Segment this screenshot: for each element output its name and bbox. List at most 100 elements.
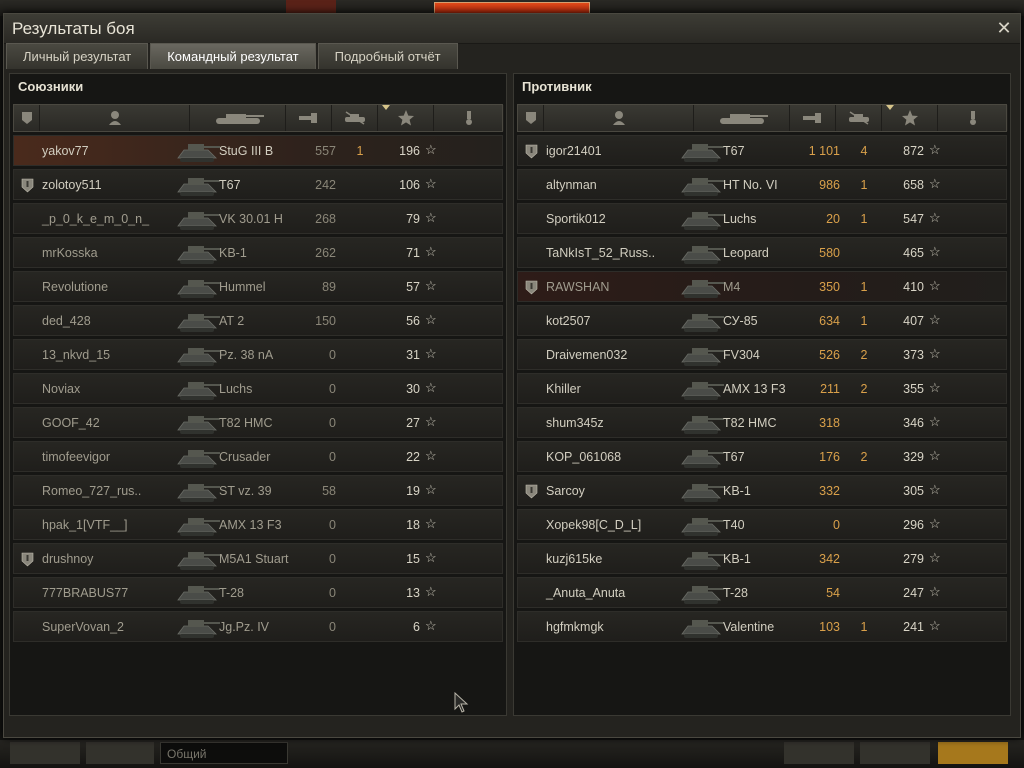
vehicle-icon (174, 306, 222, 336)
xp-star-icon: ☆ (929, 618, 941, 633)
bottom-button-1[interactable] (10, 742, 80, 764)
vehicle-icon (174, 544, 222, 574)
xp-star-icon: ☆ (929, 210, 941, 225)
player-name: Romeo_727_rus.. (42, 484, 142, 498)
enemies-column-header (517, 104, 1008, 132)
player-row[interactable]: _Anuta_Anuta T-28 54 247 ☆ (517, 577, 1007, 608)
vehicle-name: KB-1 (219, 246, 247, 260)
player-name: TaNkIsT_52_Russ.. (546, 246, 656, 260)
player-row[interactable]: Sportik012 Luchs 20 1 547 ☆ (517, 203, 1007, 234)
header-xp-star-icon[interactable] (378, 105, 434, 131)
tab-team-result[interactable]: Командный результат (150, 43, 316, 69)
player-row[interactable]: Revolutione Hummel 89 57 ☆ (13, 271, 503, 302)
clan-shield-icon (525, 144, 538, 159)
xp-value: 872 (903, 144, 924, 158)
player-row[interactable]: shum345z T82 HMC 318 346 ☆ (517, 407, 1007, 438)
header-tank-icon[interactable] (694, 105, 790, 131)
player-row[interactable]: Xopek98[C_D_L] T40 0 296 ☆ (517, 509, 1007, 540)
enemies-title: Противник (522, 79, 592, 94)
player-row[interactable]: mrKosska KB-1 262 71 ☆ (13, 237, 503, 268)
chat-channel-input[interactable]: Общий (160, 742, 288, 764)
player-name: Draivemen032 (546, 348, 628, 362)
vehicle-name: Crusader (219, 450, 271, 464)
xp-star-icon: ☆ (929, 142, 941, 157)
player-row[interactable]: zolotoy511 T67 242 106 ☆ (13, 169, 503, 200)
vehicle-icon (174, 136, 222, 166)
player-row[interactable]: hpak_1[VTF__] AMX 13 F3 0 18 ☆ (13, 509, 503, 540)
player-row[interactable]: Sarcoy KB-1 332 305 ☆ (517, 475, 1007, 506)
player-row[interactable]: KOP_061068 T67 176 2 329 ☆ (517, 441, 1007, 472)
damage-value: 150 (315, 314, 336, 328)
clan-shield-icon (21, 552, 34, 567)
damage-value: 54 (826, 586, 840, 600)
player-row[interactable]: Noviax Luchs 0 30 ☆ (13, 373, 503, 404)
title-bar[interactable]: Результаты боя ✕ (4, 14, 1020, 44)
player-row[interactable]: TaNkIsT_52_Russ.. Leopard 580 465 ☆ (517, 237, 1007, 268)
xp-star-icon: ☆ (929, 244, 941, 259)
xp-value: 71 (406, 246, 420, 260)
header-damage-icon[interactable] (790, 105, 836, 131)
vehicle-name: T-28 (723, 586, 749, 600)
header-squad-icon[interactable] (518, 105, 544, 131)
xp-star-icon: ☆ (929, 482, 941, 497)
player-row[interactable]: drushnoy M5A1 Stuart 0 15 ☆ (13, 543, 503, 574)
header-squad-icon[interactable] (14, 105, 40, 131)
player-row[interactable]: yakov77 StuG III B 557 1 196 ☆ (13, 135, 503, 166)
header-medal-icon[interactable] (938, 105, 1008, 131)
header-kills-icon[interactable] (332, 105, 378, 131)
header-tank-icon[interactable] (190, 105, 286, 131)
vehicle-name: Hummel (219, 280, 266, 294)
xp-star-icon: ☆ (929, 176, 941, 191)
player-row[interactable]: timofeevigor Crusader 0 22 ☆ (13, 441, 503, 472)
xp-star-icon: ☆ (425, 380, 437, 395)
xp-star-icon: ☆ (425, 448, 437, 463)
tab-personal-result[interactable]: Личный результат (6, 43, 149, 69)
bottom-button-3[interactable] (784, 742, 854, 764)
player-row[interactable]: _p_0_k_e_m_0_n_ VK 30.01 H 268 79 ☆ (13, 203, 503, 234)
player-row[interactable]: hgfmkmgk Valentine 103 1 241 ☆ (517, 611, 1007, 642)
player-row[interactable]: Khiller AMX 13 F3 211 2 355 ☆ (517, 373, 1007, 404)
player-row[interactable]: 777BRABUS77 T-28 0 13 ☆ (13, 577, 503, 608)
player-row[interactable]: ded_428 AT 2 150 56 ☆ (13, 305, 503, 336)
xp-value: 56 (406, 314, 420, 328)
vehicle-name: Leopard (723, 246, 769, 260)
player-row[interactable]: Draivemen032 FV304 526 2 373 ☆ (517, 339, 1007, 370)
header-player-icon[interactable] (544, 105, 694, 131)
xp-value: 407 (903, 314, 924, 328)
vehicle-name: Luchs (219, 382, 253, 396)
player-row[interactable]: kuzj615ke KB-1 342 279 ☆ (517, 543, 1007, 574)
header-damage-icon[interactable] (286, 105, 332, 131)
allies-list: yakov77 StuG III B 557 1 196 ☆ zolotoy511 T67 24… (13, 135, 503, 645)
bottom-button-2[interactable] (86, 742, 154, 764)
xp-value: 30 (406, 382, 420, 396)
player-row[interactable]: kot2507 СУ-85 634 1 407 ☆ (517, 305, 1007, 336)
player-row[interactable]: Romeo_727_rus.. ST vz. 39 58 19 ☆ (13, 475, 503, 506)
player-row[interactable]: altynman HT No. VI 986 1 658 ☆ (517, 169, 1007, 200)
xp-value: 658 (903, 178, 924, 192)
player-row[interactable]: GOOF_42 T82 HMC 0 27 ☆ (13, 407, 503, 438)
close-icon[interactable]: ✕ (994, 18, 1014, 38)
player-row[interactable]: igor21401 T67 1 101 4 872 ☆ (517, 135, 1007, 166)
xp-star-icon: ☆ (425, 244, 437, 259)
player-row[interactable]: 13_nkvd_15 Pz. 38 nA 0 31 ☆ (13, 339, 503, 370)
player-name: altynman (546, 178, 597, 192)
player-row[interactable]: RAWSHAN M4 350 1 410 ☆ (517, 271, 1007, 302)
header-player-icon[interactable] (40, 105, 190, 131)
bottom-button-5[interactable] (938, 742, 1008, 764)
damage-value: 0 (329, 416, 336, 430)
damage-value: 557 (315, 144, 336, 158)
xp-star-icon: ☆ (425, 516, 437, 531)
xp-star-icon: ☆ (425, 550, 437, 565)
vehicle-name: T67 (723, 450, 745, 464)
tab-detailed-report[interactable]: Подробный отчёт (317, 43, 458, 69)
bottom-button-4[interactable] (860, 742, 930, 764)
damage-value: 20 (826, 212, 840, 226)
header-medal-icon[interactable] (434, 105, 504, 131)
header-kills-icon[interactable] (836, 105, 882, 131)
player-row[interactable]: SuperVovan_2 Jg.Pz. IV 0 6 ☆ (13, 611, 503, 642)
damage-value: 0 (329, 450, 336, 464)
vehicle-name: Luchs (723, 212, 757, 226)
header-xp-star-icon[interactable] (882, 105, 938, 131)
vehicle-icon (678, 136, 726, 166)
xp-value: 305 (903, 484, 924, 498)
